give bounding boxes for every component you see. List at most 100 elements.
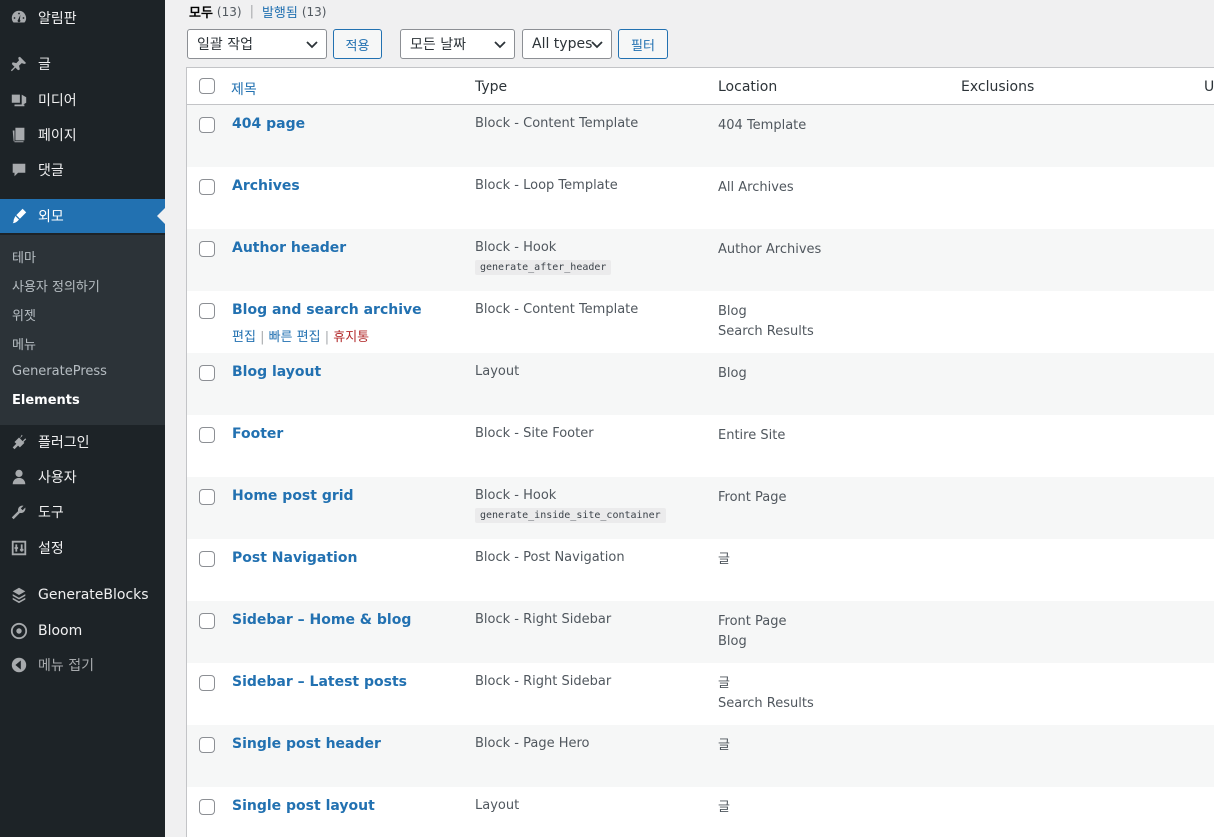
row-type: Block - Hook	[475, 240, 557, 255]
trash-link[interactable]: 휴지통	[333, 330, 369, 345]
chevron-down-icon	[306, 41, 318, 49]
row-title-link[interactable]: Author header	[232, 240, 346, 256]
row-checkbox[interactable]	[199, 799, 215, 815]
row-checkbox[interactable]	[199, 117, 215, 133]
table-row: Archives Block - Loop Template All Archive…	[187, 167, 1214, 229]
table-row: Footer Block - Site Footer Entire Site	[187, 415, 1214, 477]
row-checkbox[interactable]	[199, 551, 215, 567]
row-checkbox[interactable]	[199, 241, 215, 257]
table-row: 404 page Block - Content Template 404 Temp…	[187, 105, 1214, 167]
row-title-link[interactable]: Home post grid	[232, 488, 354, 504]
location-item: Blog	[718, 634, 747, 649]
dashboard-icon	[9, 8, 29, 28]
row-checkbox[interactable]	[199, 427, 215, 443]
brush-icon	[9, 206, 29, 226]
column-title[interactable]: 제목	[231, 79, 257, 99]
row-title-link[interactable]: Blog and search archive	[232, 302, 422, 318]
submenu-elements[interactable]: Elements	[12, 393, 80, 408]
date-filter-select[interactable]: 모든 날짜	[400, 29, 515, 59]
row-type: Block - Hook	[475, 488, 557, 503]
row-title-link[interactable]: Archives	[232, 178, 300, 194]
row-title-link[interactable]: Single post header	[232, 736, 381, 752]
row-locations: 글	[718, 550, 730, 570]
row-locations: Author Archives	[718, 240, 821, 260]
table-row: Blog and search archive 편집 | 빠른 편집 | 휴지통 B…	[187, 291, 1214, 353]
row-title-link[interactable]: Footer	[232, 426, 283, 442]
view-filters: 모두 (13) | 발행됨 (13)	[189, 2, 326, 21]
type-filter-value: All types	[532, 36, 593, 52]
table-row: Home post grid Block - Hook generate_insid…	[187, 477, 1214, 539]
column-location: Location	[718, 79, 778, 95]
collapse-icon	[9, 655, 29, 675]
row-title-link[interactable]: Single post layout	[232, 798, 375, 814]
row-title-link[interactable]: Blog layout	[232, 364, 321, 380]
row-checkbox[interactable]	[199, 675, 215, 691]
bulk-action-select[interactable]: 일괄 작업	[187, 29, 327, 59]
menu-bloom[interactable]: Bloom	[0, 614, 165, 648]
menu-tools[interactable]: 도구	[0, 495, 165, 529]
collapse-menu-button[interactable]: 메뉴 접기	[0, 648, 165, 682]
row-checkbox[interactable]	[199, 365, 215, 381]
menu-plugins[interactable]: 플러그인	[0, 425, 165, 459]
row-title-link[interactable]: Sidebar – Latest posts	[232, 674, 407, 690]
type-filter-select[interactable]: All types	[522, 29, 612, 59]
menu-generateblocks[interactable]: GenerateBlocks	[0, 578, 165, 612]
row-checkbox[interactable]	[199, 179, 215, 195]
menu-users[interactable]: 사용자	[0, 460, 165, 494]
location-item: Blog	[718, 304, 747, 319]
row-checkbox[interactable]	[199, 489, 215, 505]
edit-link[interactable]: 편집	[232, 330, 256, 345]
row-locations: Blog Search Results	[718, 302, 814, 342]
table-row: Sidebar – Latest posts Block - Right Side…	[187, 663, 1214, 725]
submenu-menus[interactable]: 메뉴	[12, 334, 36, 353]
row-checkbox[interactable]	[199, 737, 215, 753]
view-published-link[interactable]: 발행됨	[262, 2, 298, 21]
main-content: 모두 (13) | 발행됨 (13) 일괄 작업 적용 모든 날짜 All ty…	[165, 0, 1214, 837]
column-exclusions: Exclusions	[961, 79, 1035, 95]
menu-settings[interactable]: 설정	[0, 531, 165, 565]
row-title-link[interactable]: Sidebar – Home & blog	[232, 612, 411, 628]
location-item: Blog	[718, 366, 747, 381]
menu-pages[interactable]: 페이지	[0, 118, 165, 152]
submenu-customize[interactable]: 사용자 정의하기	[12, 276, 100, 295]
row-title-link[interactable]: 404 page	[232, 116, 305, 132]
select-all-checkbox[interactable]	[199, 78, 215, 94]
row-checkbox[interactable]	[199, 303, 215, 319]
row-checkbox[interactable]	[199, 613, 215, 629]
submenu-generatepress[interactable]: GeneratePress	[12, 364, 107, 379]
comment-icon	[9, 160, 29, 180]
row-type: Block - Right Sidebar	[475, 674, 612, 689]
submenu-themes[interactable]: 테마	[12, 247, 36, 266]
filter-button[interactable]: 필터	[618, 29, 668, 59]
location-item: Search Results	[718, 696, 814, 711]
elements-table: 제목 Type Location Exclusions U 404 page Bl…	[186, 67, 1214, 837]
apply-button[interactable]: 적용	[333, 29, 382, 59]
quick-edit-link[interactable]: 빠른 편집	[269, 330, 321, 345]
row-locations: All Archives	[718, 178, 794, 198]
row-type: Block - Content Template	[475, 116, 639, 131]
bulk-action-value: 일괄 작업	[197, 37, 253, 53]
media-icon	[9, 90, 29, 110]
menu-dashboard[interactable]: 알림판	[0, 1, 165, 35]
menu-generateblocks-label: GenerateBlocks	[38, 587, 149, 603]
view-all-count: (13)	[216, 4, 242, 19]
menu-comments-label: 댓글	[38, 163, 64, 179]
row-locations: Front Page	[718, 488, 787, 508]
view-all-link[interactable]: 모두	[189, 2, 213, 21]
location-item: Front Page	[718, 614, 787, 629]
menu-comments[interactable]: 댓글	[0, 153, 165, 187]
location-item: 글	[718, 738, 730, 753]
menu-appearance-label: 외모	[38, 209, 64, 225]
menu-media[interactable]: 미디어	[0, 83, 165, 117]
menu-bloom-label: Bloom	[38, 623, 83, 639]
row-locations: Front Page Blog	[718, 612, 787, 652]
submenu-widgets[interactable]: 위젯	[12, 305, 36, 324]
action-separator: |	[260, 330, 265, 345]
row-locations: 404 Template	[718, 116, 806, 136]
row-type: Block - Site Footer	[475, 426, 594, 441]
settings-icon	[9, 538, 29, 558]
menu-posts[interactable]: 글	[0, 47, 165, 81]
row-title-link[interactable]: Post Navigation	[232, 550, 357, 566]
menu-appearance[interactable]: 외모	[0, 199, 165, 233]
view-published-count: (13)	[301, 4, 327, 19]
